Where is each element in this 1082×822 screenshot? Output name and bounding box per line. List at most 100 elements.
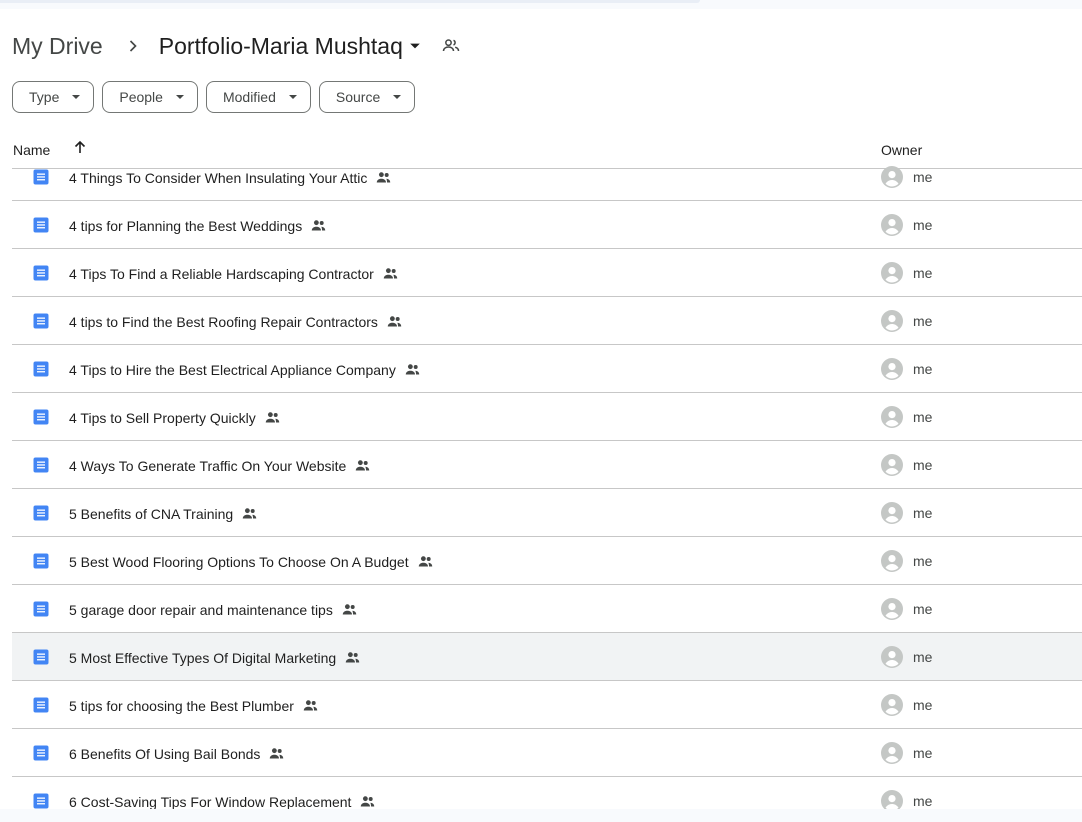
chip-label: Source xyxy=(335,89,381,105)
table-row[interactable]: 4 tips to Find the Best Roofing Repair C… xyxy=(12,297,1082,345)
file-name: 4 tips for Planning the Best Weddings xyxy=(69,217,303,234)
google-doc-icon xyxy=(33,313,49,329)
table-row[interactable]: 5 Benefits of CNA Training me xyxy=(12,489,1082,537)
table-row[interactable]: 4 Tips to Sell Property Quickly me xyxy=(12,393,1082,441)
account-circle-icon xyxy=(881,262,903,284)
table-row[interactable]: 4 Ways To Generate Traffic On Your Websi… xyxy=(12,441,1082,489)
account-circle-icon xyxy=(881,166,903,188)
table-row[interactable]: 6 Cost-Saving Tips For Window Replacemen… xyxy=(12,777,1082,809)
google-doc-icon xyxy=(33,745,49,761)
owner-name: me xyxy=(913,169,933,185)
filter-people-chip[interactable]: People xyxy=(102,81,198,113)
bottom-strip xyxy=(0,809,1082,822)
owner-name: me xyxy=(913,553,933,569)
table-row[interactable]: 5 tips for choosing the Best Plumber me xyxy=(12,681,1082,729)
people-icon xyxy=(375,169,392,186)
file-name-cell: 6 Benefits Of Using Bail Bonds xyxy=(69,745,285,762)
account-circle-icon xyxy=(881,214,903,236)
breadcrumb-my-drive[interactable]: My Drive xyxy=(12,33,113,60)
people-icon xyxy=(241,505,258,522)
filter-type-chip[interactable]: Type xyxy=(12,81,95,113)
arrow-drop-down-icon xyxy=(175,92,185,102)
owner-cell: me xyxy=(881,406,932,428)
people-icon xyxy=(417,553,434,570)
file-name: 5 garage door repair and maintenance tip… xyxy=(69,601,333,618)
people-icon xyxy=(359,793,376,809)
owner-cell: me xyxy=(881,742,932,764)
account-circle-icon xyxy=(881,598,903,620)
table-row[interactable]: 5 Most Effective Types Of Digital Market… xyxy=(12,633,1082,681)
google-doc-icon xyxy=(33,457,49,473)
people-icon xyxy=(264,409,281,426)
file-name-cell: 4 Tips to Hire the Best Electrical Appli… xyxy=(69,361,421,378)
google-doc-icon xyxy=(33,601,49,617)
owner-cell: me xyxy=(881,358,932,380)
table-row[interactable]: 4 Tips To Find a Reliable Hardscaping Co… xyxy=(12,249,1082,297)
file-name: 4 Tips to Hire the Best Electrical Appli… xyxy=(69,361,396,378)
google-doc-icon xyxy=(33,409,49,425)
file-name-cell: 5 Best Wood Flooring Options To Choose O… xyxy=(69,553,434,570)
breadcrumb-current-folder[interactable]: Portfolio-Maria Mushtaq xyxy=(153,33,421,60)
chevron-right-icon xyxy=(113,34,153,58)
people-icon xyxy=(302,697,319,714)
people-icon xyxy=(310,217,327,234)
account-circle-icon xyxy=(881,358,903,380)
file-name-cell: 5 Benefits of CNA Training xyxy=(69,505,258,522)
arrow-drop-down-icon xyxy=(71,92,81,102)
owner-name: me xyxy=(913,313,933,329)
filter-chips: Type People Modified Source xyxy=(12,81,423,113)
file-name-cell: 4 Tips to Sell Property Quickly xyxy=(69,409,281,426)
owner-name: me xyxy=(913,217,933,233)
owner-cell: me xyxy=(881,262,932,284)
chip-label: People xyxy=(119,89,163,105)
owner-name: me xyxy=(913,505,933,521)
file-name: 5 Most Effective Types Of Digital Market… xyxy=(69,649,337,666)
file-name: 4 Tips to Sell Property Quickly xyxy=(69,409,256,426)
people-icon[interactable] xyxy=(441,36,461,56)
table-row[interactable]: 4 Things To Consider When Insulating You… xyxy=(12,153,1082,201)
filter-source-chip[interactable]: Source xyxy=(318,81,416,113)
top-strip xyxy=(0,0,700,3)
owner-name: me xyxy=(913,361,933,377)
google-doc-icon xyxy=(33,553,49,569)
people-icon xyxy=(354,457,371,474)
file-name-cell: 4 tips for Planning the Best Weddings xyxy=(69,217,327,234)
owner-cell: me xyxy=(881,502,932,524)
account-circle-icon xyxy=(881,310,903,332)
people-icon xyxy=(386,313,403,330)
arrow-drop-down-icon xyxy=(392,92,402,102)
people-icon xyxy=(268,745,285,762)
account-circle-icon xyxy=(881,454,903,476)
table-row[interactable]: 5 Best Wood Flooring Options To Choose O… xyxy=(12,537,1082,585)
file-name: 5 Best Wood Flooring Options To Choose O… xyxy=(69,553,409,570)
table-row[interactable]: 4 Tips to Hire the Best Electrical Appli… xyxy=(12,345,1082,393)
google-doc-icon xyxy=(33,217,49,233)
owner-cell: me xyxy=(881,310,932,332)
owner-cell: me xyxy=(881,454,932,476)
file-name: 5 tips for choosing the Best Plumber xyxy=(69,697,294,714)
table-row[interactable]: 4 tips for Planning the Best Weddings me xyxy=(12,201,1082,249)
people-icon xyxy=(341,601,358,618)
owner-cell: me xyxy=(881,790,932,809)
owner-name: me xyxy=(913,697,933,713)
file-name-cell: 5 garage door repair and maintenance tip… xyxy=(69,601,358,618)
chip-label: Modified xyxy=(222,89,276,105)
table-row[interactable]: 5 garage door repair and maintenance tip… xyxy=(12,585,1082,633)
owner-name: me xyxy=(913,457,933,473)
table-row[interactable]: 6 Benefits Of Using Bail Bonds me xyxy=(12,729,1082,777)
google-doc-icon xyxy=(33,697,49,713)
owner-name: me xyxy=(913,601,933,617)
filter-modified-chip[interactable]: Modified xyxy=(205,81,311,113)
google-doc-icon xyxy=(33,793,49,809)
file-name-cell: 4 Ways To Generate Traffic On Your Websi… xyxy=(69,457,371,474)
account-circle-icon xyxy=(881,694,903,716)
owner-name: me xyxy=(913,649,933,665)
people-icon xyxy=(404,361,421,378)
file-rows: 4 Things To Consider When Insulating You… xyxy=(12,153,1082,809)
folder-title: Portfolio-Maria Mushtaq xyxy=(158,32,403,59)
file-name-cell: 4 Tips To Find a Reliable Hardscaping Co… xyxy=(69,265,399,282)
arrow-drop-down-icon xyxy=(409,40,421,52)
people-icon xyxy=(344,649,361,666)
google-doc-icon xyxy=(33,265,49,281)
owner-cell: me xyxy=(881,598,932,620)
